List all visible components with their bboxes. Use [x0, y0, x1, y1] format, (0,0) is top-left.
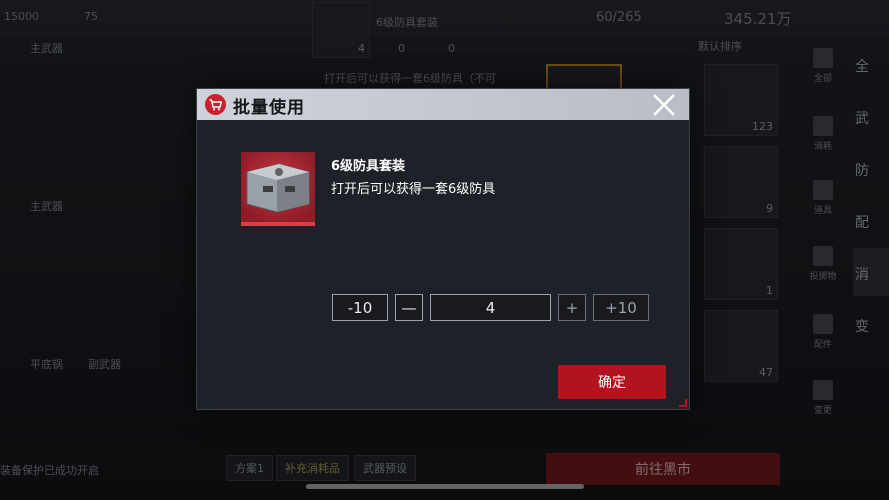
minus-1-button[interactable]: — — [395, 294, 423, 321]
batch-use-dialog: 批量使用 6级防具套装 打开后可以获得一套6级防具 -10 — 4 + +10 … — [196, 88, 690, 410]
dialog-title: 批量使用 — [233, 98, 305, 118]
close-icon — [653, 94, 675, 116]
dialog-header: 批量使用 — [197, 89, 689, 120]
quantity-input[interactable]: 4 — [430, 294, 551, 321]
shopping-cart-icon — [205, 94, 226, 115]
plus-1-button[interactable]: + — [558, 294, 586, 321]
confirm-button[interactable]: 确定 — [558, 365, 666, 399]
item-description: 打开后可以获得一套6级防具 — [331, 182, 496, 197]
armor-case-icon — [246, 163, 310, 213]
item-thumbnail — [241, 152, 315, 226]
plus-10-button[interactable]: +10 — [593, 294, 649, 321]
corner-mark — [679, 399, 687, 407]
minus-10-button[interactable]: -10 — [332, 294, 388, 321]
close-button[interactable] — [651, 92, 677, 118]
item-name: 6级防具套装 — [331, 159, 406, 174]
rarity-bar — [241, 222, 315, 226]
